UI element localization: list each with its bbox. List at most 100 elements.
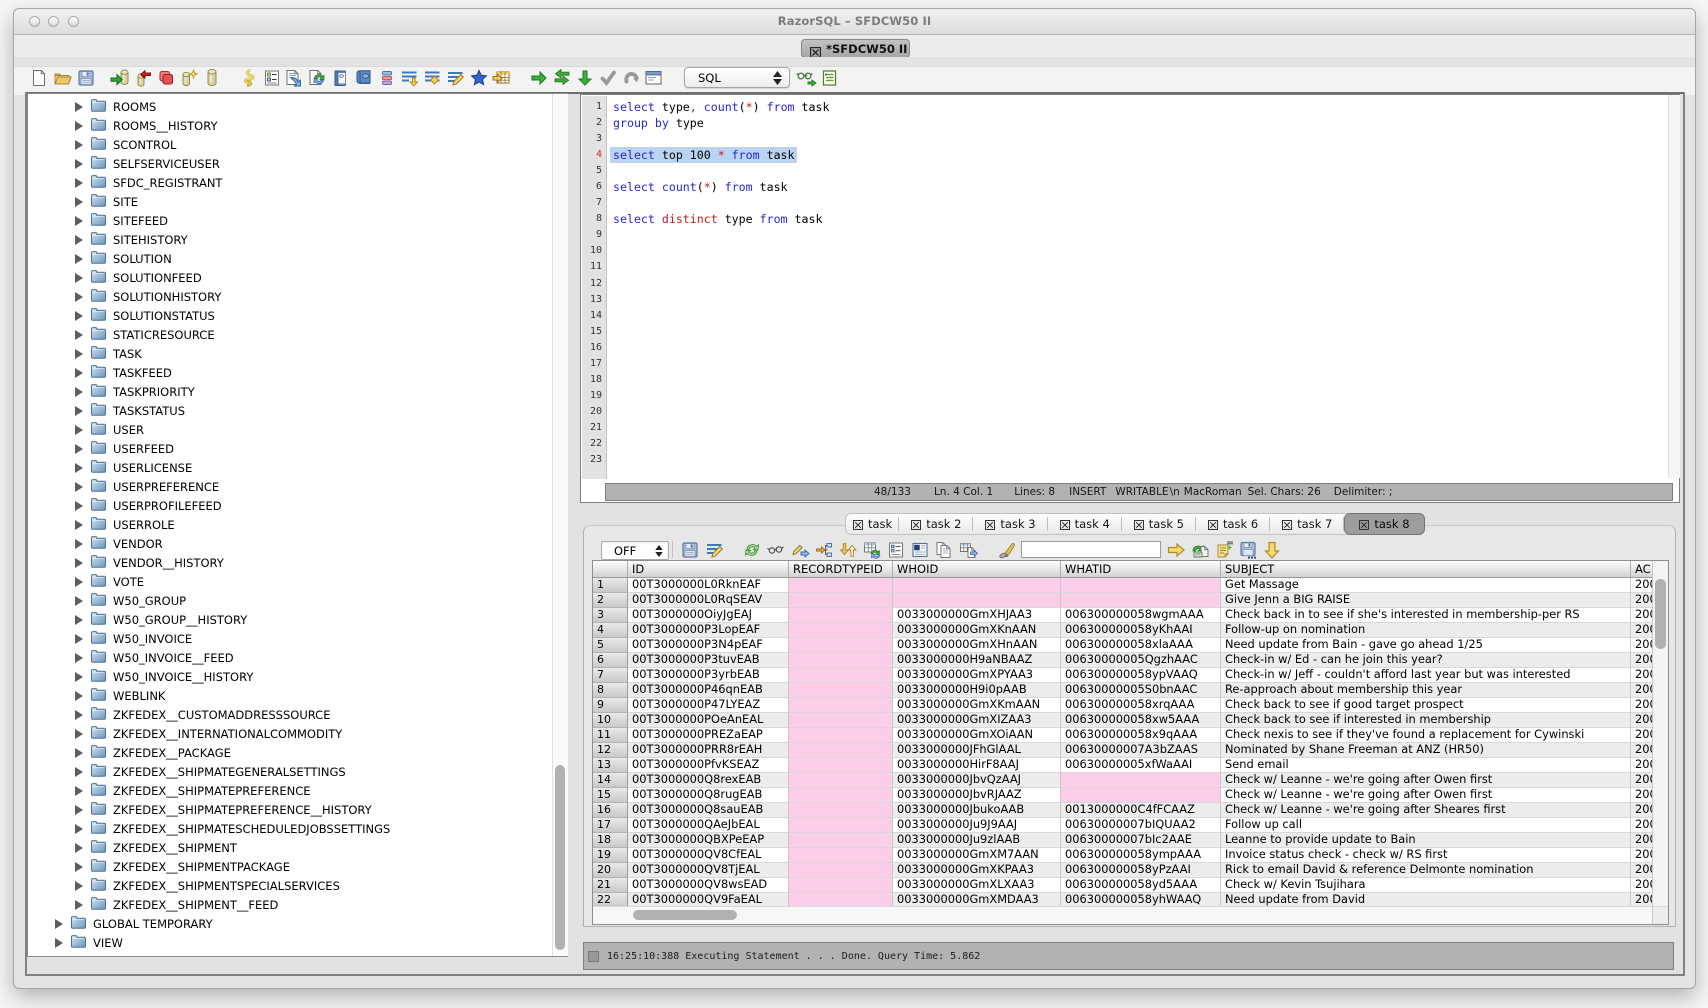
code-line-15[interactable] — [608, 324, 1665, 340]
cell[interactable]: 006300000058ypVAAQ — [1061, 668, 1221, 683]
code-line-11[interactable] — [608, 259, 1665, 275]
cell[interactable]: 00630000005QgzhAAC — [1061, 653, 1221, 668]
triangle-right-icon[interactable] — [75, 881, 83, 891]
cell[interactable]: 00T3000000P47LYEAZ — [628, 698, 789, 713]
tree-item-selfserviceuser[interactable]: SELFSERVICEUSER — [28, 154, 551, 173]
cell[interactable]: Need update from Bain - gave go ahead 1/… — [1221, 638, 1631, 653]
edit-cell-icon[interactable] — [702, 538, 726, 562]
limit-spinner[interactable]: OFF — [601, 541, 669, 560]
cell[interactable]: 00T3000000P3N4pEAF — [628, 638, 789, 653]
cell[interactable]: 0033000000JbvRJAAZ — [893, 788, 1061, 803]
cell[interactable]: 0033000000JbvQzAAJ — [893, 773, 1061, 788]
cell[interactable]: Send email — [1221, 758, 1631, 773]
column-header-WHATID[interactable]: WHATID — [1061, 561, 1221, 578]
cell[interactable]: 2008 — [1631, 818, 1653, 833]
tree-item-userpreference[interactable]: USERPREFERENCE — [28, 477, 551, 496]
triangle-right-icon[interactable] — [75, 634, 83, 644]
triangle-right-icon[interactable] — [75, 748, 83, 758]
disconnect-icon[interactable] — [131, 67, 154, 89]
sql-editor[interactable]: 1234567891011121314151617181920212223 se… — [580, 94, 1680, 503]
cell[interactable]: 00T3000000OiyJgEAJ — [628, 608, 789, 623]
row-number[interactable]: 19 — [593, 848, 628, 863]
triangle-right-icon[interactable] — [75, 900, 83, 910]
colored-list-icon[interactable] — [375, 67, 398, 89]
copy-icon[interactable] — [154, 67, 177, 89]
tree-item-w50-invoice[interactable]: W50_INVOICE — [28, 629, 551, 648]
cell[interactable] — [1061, 593, 1221, 608]
tree-item-site[interactable]: SITE — [28, 192, 551, 211]
swap-arrows-icon[interactable] — [550, 67, 573, 89]
triangle-right-icon[interactable] — [75, 102, 83, 112]
cell[interactable] — [789, 713, 893, 728]
triangle-right-icon[interactable] — [75, 140, 83, 150]
cell[interactable]: 00T3000000P3LopEAF — [628, 623, 789, 638]
triangle-right-icon[interactable] — [75, 691, 83, 701]
triangle-right-icon[interactable] — [75, 539, 83, 549]
triangle-right-icon[interactable] — [75, 349, 83, 359]
row-number[interactable]: 4 — [593, 623, 628, 638]
cell[interactable]: 006300000058ympAAA — [1061, 848, 1221, 863]
cell[interactable] — [789, 728, 893, 743]
list-arrow-down-icon[interactable] — [398, 67, 421, 89]
cell[interactable]: 0033000000GmXIZAA3 — [893, 713, 1061, 728]
row-number[interactable]: 16 — [593, 803, 628, 818]
cell[interactable]: 00630000005xfWaAAI — [1061, 758, 1221, 773]
close-tab-icon[interactable] — [1208, 519, 1218, 529]
cell[interactable]: 0033000000H9aNBAAZ — [893, 653, 1061, 668]
statement-type-select[interactable]: SQL — [684, 67, 790, 88]
splitter-collapse-icon[interactable] — [1124, 504, 1136, 510]
cell[interactable]: 0033000000GmXKmAAN — [893, 698, 1061, 713]
triangle-right-icon[interactable] — [75, 121, 83, 131]
highlighter-pen-icon[interactable] — [996, 538, 1020, 562]
row-number[interactable]: 3 — [593, 608, 628, 623]
cell[interactable] — [789, 578, 893, 593]
cell[interactable]: Get Massage — [1221, 578, 1631, 593]
triangle-right-icon[interactable] — [75, 786, 83, 796]
cell[interactable]: Follow-up on nomination — [1221, 623, 1631, 638]
triangle-right-icon[interactable] — [75, 805, 83, 815]
describe-list-icon[interactable] — [818, 67, 841, 89]
triangle-right-icon[interactable] — [75, 178, 83, 188]
triangle-right-icon[interactable] — [75, 235, 83, 245]
tree-item-userlicense[interactable]: USERLICENSE — [28, 458, 551, 477]
row-number[interactable]: 10 — [593, 713, 628, 728]
tree-item-zkfedex-customaddresssource[interactable]: ZKFEDEX__CUSTOMADDRESSSOURCE — [28, 705, 551, 724]
cell[interactable]: Check nexis to see if they've found a re… — [1221, 728, 1631, 743]
triangle-right-icon[interactable] — [75, 254, 83, 264]
cell[interactable]: 2008 — [1631, 773, 1653, 788]
cell[interactable]: Check w/ Kevin Tsujihara — [1221, 878, 1631, 893]
clipboard-notes-icon[interactable] — [329, 67, 352, 89]
tree-item-rooms-history[interactable]: ROOMS__HISTORY — [28, 116, 551, 135]
table-copy-icon[interactable] — [956, 538, 980, 562]
tree-item-taskfeed[interactable]: TASKFEED — [28, 363, 551, 382]
triangle-right-icon[interactable] — [75, 463, 83, 473]
close-tab-icon[interactable] — [1359, 519, 1369, 529]
cell[interactable]: Check w/ Leanne - we're going after Shea… — [1221, 803, 1631, 818]
rollback-undo-icon[interactable] — [619, 67, 642, 89]
copy-pages-icon[interactable] — [932, 538, 956, 562]
cell[interactable]: Give Jenn a BIG RAISE — [1221, 593, 1631, 608]
cell[interactable]: Check w/ Leanne - we're going after Owen… — [1221, 773, 1631, 788]
triangle-right-icon[interactable] — [75, 311, 83, 321]
column-header-RECORDTYPEID[interactable]: RECORDTYPEID — [789, 561, 893, 578]
code-line-14[interactable] — [608, 308, 1665, 324]
cell[interactable]: Leanne to provide update to Bain — [1221, 833, 1631, 848]
cell[interactable]: 2008 — [1631, 653, 1653, 668]
cell[interactable]: 2008 — [1631, 743, 1653, 758]
go-arrow-right-icon[interactable] — [527, 67, 550, 89]
row-number[interactable]: 7 — [593, 668, 628, 683]
result-tab-task[interactable]: task — [846, 514, 899, 534]
row-number[interactable]: 18 — [593, 833, 628, 848]
cell[interactable] — [1061, 773, 1221, 788]
cell[interactable] — [789, 773, 893, 788]
code-line-2[interactable]: group by type — [608, 115, 1665, 131]
cell[interactable] — [789, 743, 893, 758]
cell[interactable]: 0033000000GmXHnAAN — [893, 638, 1061, 653]
cell[interactable] — [789, 788, 893, 803]
tree-item-zkfedex-shipmentspecialservices[interactable]: ZKFEDEX__SHIPMENTSPECIALSERVICES — [28, 876, 551, 895]
cell[interactable]: Check back to see if interested in membe… — [1221, 713, 1631, 728]
triangle-right-icon[interactable] — [75, 672, 83, 682]
cell[interactable] — [789, 758, 893, 773]
code-line-19[interactable] — [608, 388, 1665, 404]
row-number[interactable]: 9 — [593, 698, 628, 713]
